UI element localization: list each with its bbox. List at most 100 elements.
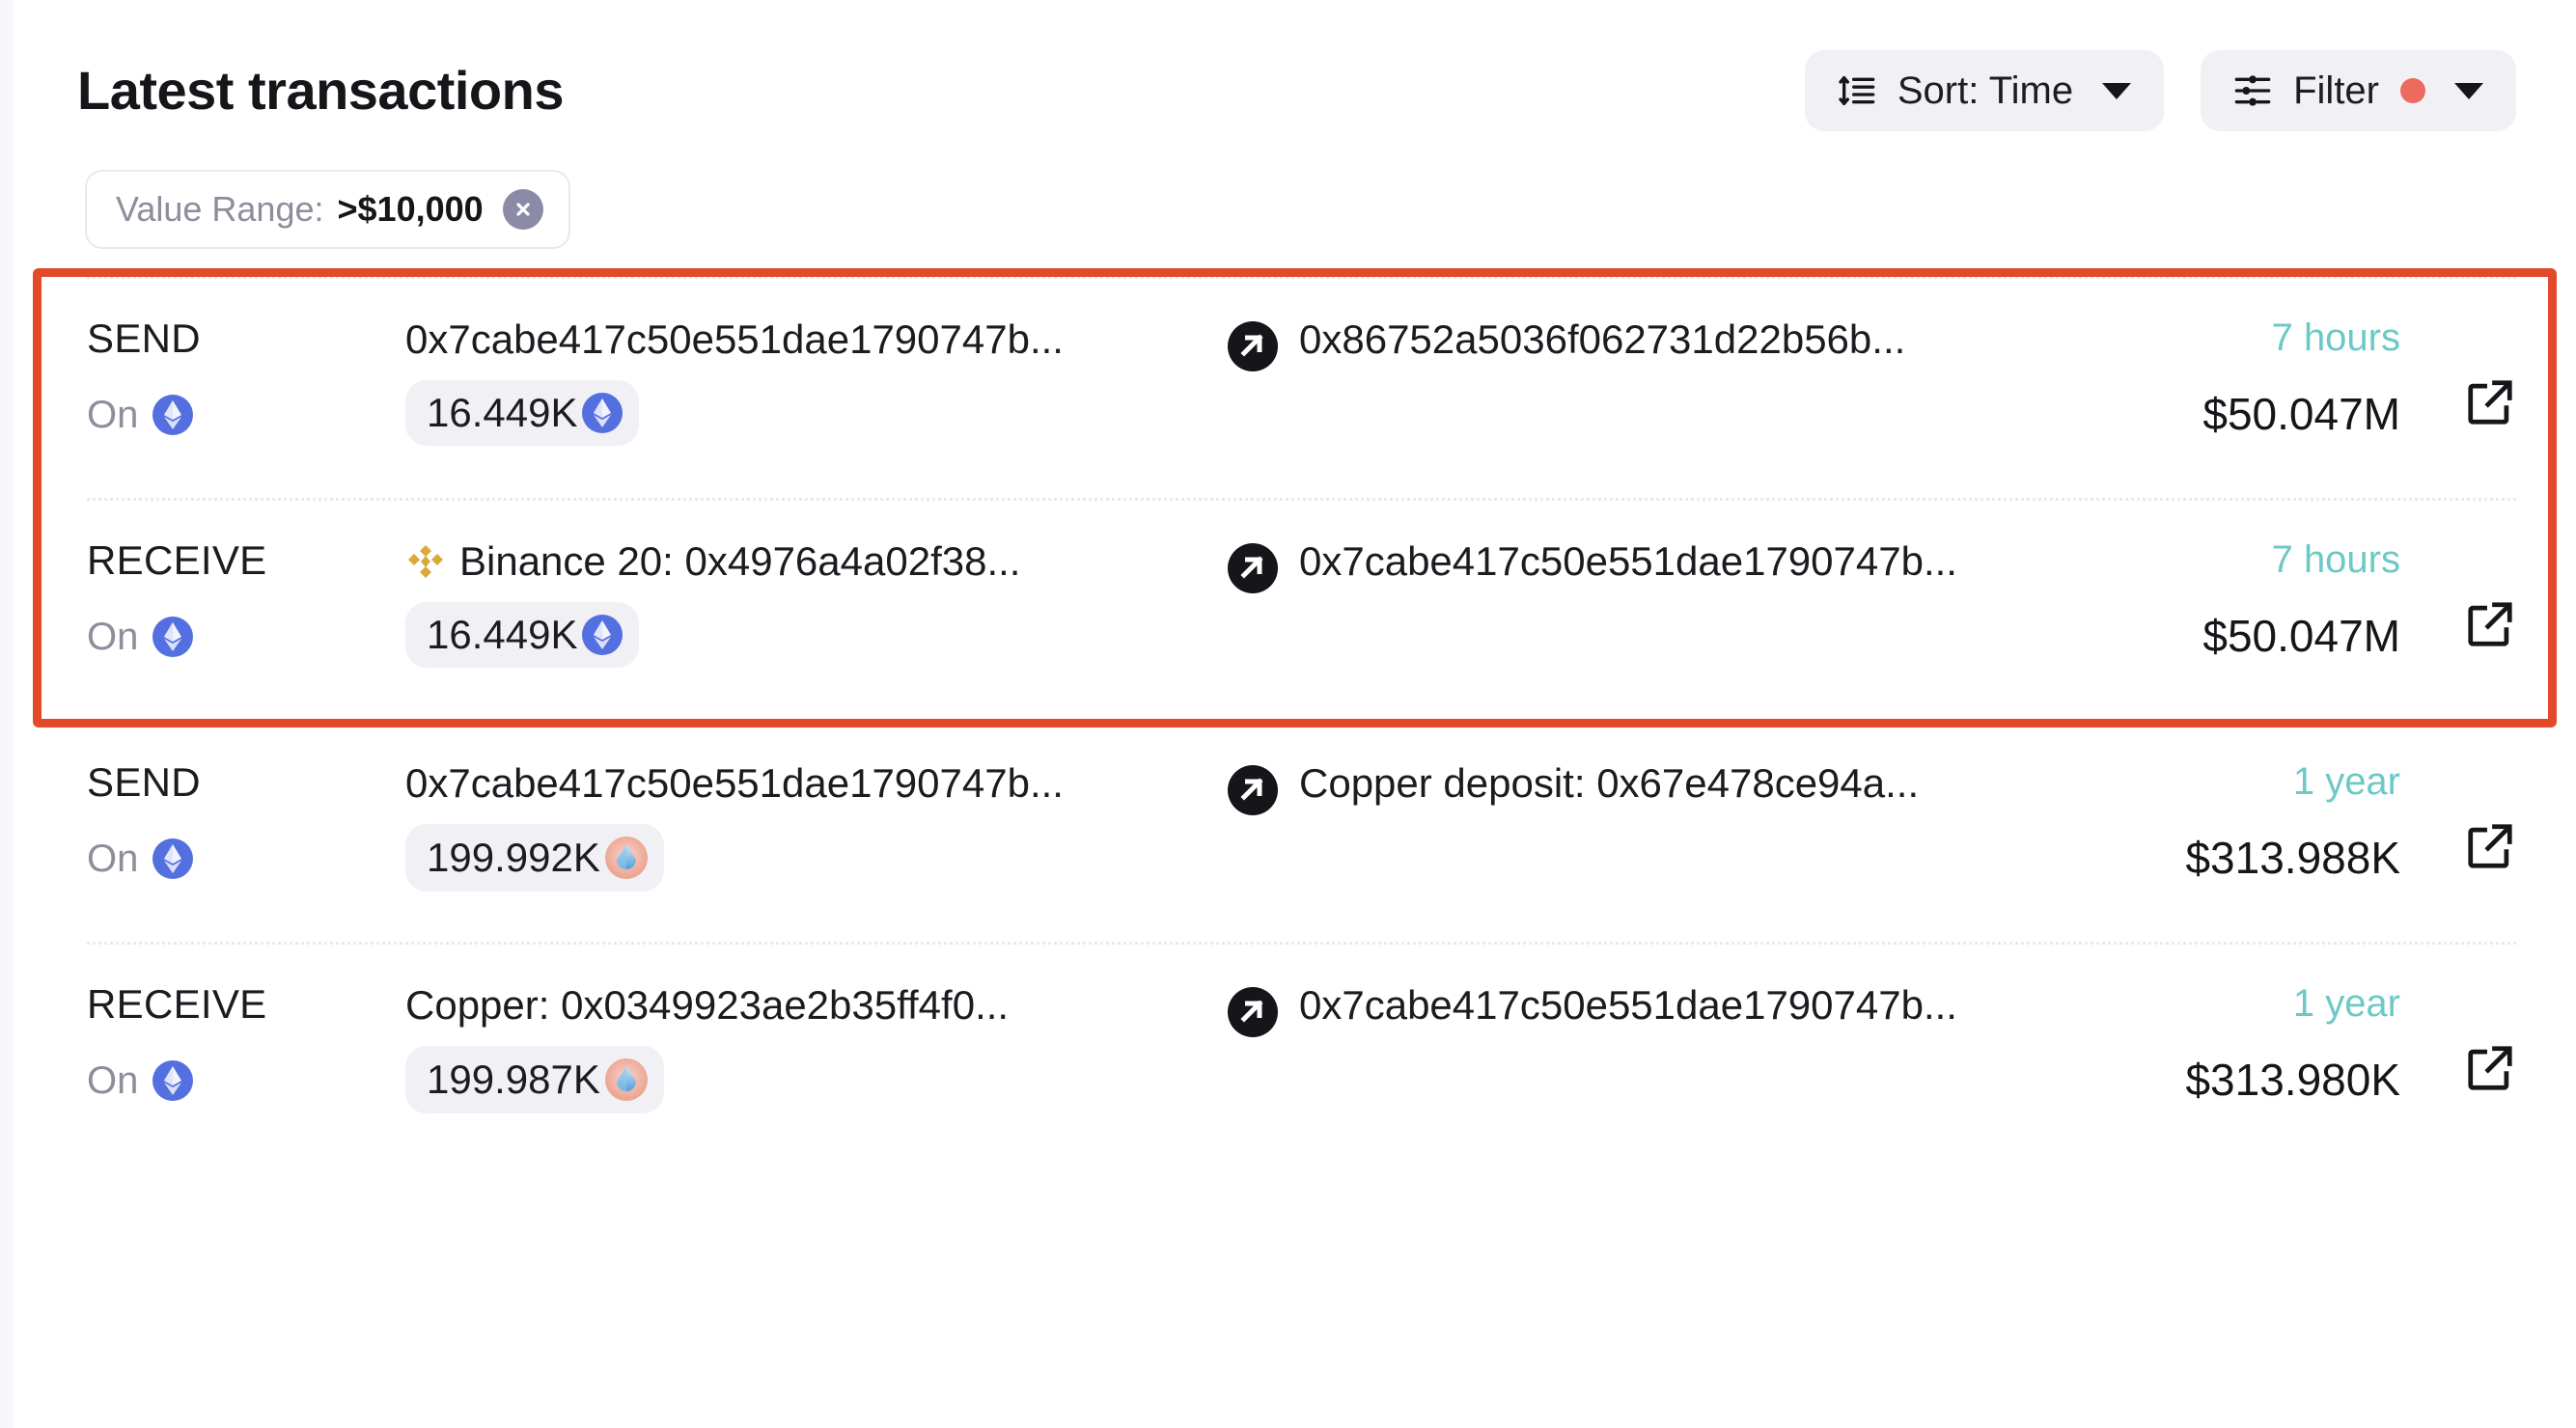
transaction-to-cell: Copper deposit: 0x67e478ce94a...	[1299, 756, 1995, 805]
transaction-link-cell	[2400, 313, 2516, 428]
page-left-edge	[0, 0, 14, 1428]
transaction-amount-pill: 16.449K	[405, 380, 640, 447]
transaction-from-address[interactable]: 0x7cabe417c50e551dae1790747b...	[405, 316, 1206, 362]
transaction-chain-label: On	[87, 1059, 139, 1102]
transaction-direction-arrow-cell	[1206, 313, 1299, 372]
transaction-to-address[interactable]: 0x7cabe417c50e551dae1790747b...	[1299, 538, 1995, 584]
transaction-amount-pill: 199.992K	[405, 824, 664, 892]
transaction-to-cell: 0x7cabe417c50e551dae1790747b...	[1299, 535, 1995, 583]
external-link-icon	[2464, 598, 2516, 650]
transaction-amount-text: 199.987K	[427, 1057, 600, 1103]
transaction-direction-label: SEND	[87, 316, 201, 361]
transaction-usd-value: $313.988K	[2185, 833, 2400, 883]
header-controls: Sort: Time Filter	[1804, 50, 2516, 131]
transaction-chain: On	[87, 616, 405, 658]
transaction-from-cell: 0x7cabe417c50e551dae1790747b... 199.992K	[405, 756, 1206, 892]
filter-button[interactable]: Filter	[2201, 50, 2516, 131]
transaction-direction-cell: SEND On	[87, 313, 405, 436]
transaction-to-cell: 0x86752a5036f062731d22b56b...	[1299, 313, 1995, 361]
transaction-meta-cell: 1 year $313.980K	[1995, 978, 2400, 1102]
transaction-usd-value: $50.047M	[2202, 611, 2400, 661]
close-circle-icon[interactable]	[502, 189, 543, 230]
transaction-direction-cell: RECEIVE On	[87, 535, 405, 658]
transaction-direction-arrow-cell	[1206, 535, 1299, 594]
chevron-down-icon	[2102, 82, 2132, 99]
transaction-from-address-text: 0x7cabe417c50e551dae1790747b...	[405, 316, 1064, 362]
filter-chip-value: >$10,000	[337, 189, 484, 229]
transaction-chain: On	[87, 838, 405, 880]
transaction-row[interactable]: RECEIVE On Binance 20: 0x4976a4a02f38... 1…	[14, 498, 2576, 720]
sort-icon	[1838, 71, 1876, 110]
transaction-from-address-text: 0x7cabe417c50e551dae1790747b...	[405, 760, 1064, 806]
transaction-row[interactable]: SEND On 0x7cabe417c50e551dae1790747b... 19…	[14, 720, 2576, 942]
transaction-meta-cell: 7 hours $50.047M	[1995, 535, 2400, 658]
transaction-direction-label: RECEIVE	[87, 537, 267, 583]
transaction-to-address[interactable]: Copper deposit: 0x67e478ce94a...	[1299, 760, 1995, 806]
transaction-usd-value: $313.980K	[2185, 1055, 2400, 1105]
transaction-chain: On	[87, 394, 405, 436]
ethereum-icon	[152, 1059, 194, 1102]
transaction-amount-text: 16.449K	[427, 612, 578, 658]
transaction-amount-text: 199.992K	[427, 835, 600, 881]
ethereum-icon	[152, 838, 194, 880]
transaction-to-address-text: 0x86752a5036f062731d22b56b...	[1299, 316, 1906, 362]
ethereum-icon	[581, 392, 623, 434]
transaction-from-address-text: Binance 20: 0x4976a4a02f38...	[459, 538, 1021, 584]
arrow-up-right-circle-icon	[1227, 764, 1279, 816]
arrow-up-right-circle-icon	[1227, 320, 1279, 372]
transaction-direction-cell: RECEIVE On	[87, 978, 405, 1102]
chevron-down-icon	[2454, 82, 2483, 99]
transaction-direction-label: RECEIVE	[87, 981, 267, 1027]
transaction-amount-pill: 199.987K	[405, 1046, 664, 1114]
transaction-row[interactable]: RECEIVE On Copper: 0x0349923ae2b35ff4f0..…	[14, 942, 2576, 1164]
sort-button-label: Sort: Time	[1897, 69, 2074, 112]
transaction-from-address[interactable]: Copper: 0x0349923ae2b35ff4f0...	[405, 983, 1206, 1027]
transaction-link-cell	[2400, 535, 2516, 650]
transaction-from-cell: Copper: 0x0349923ae2b35ff4f0... 199.987K	[405, 978, 1206, 1114]
sort-button[interactable]: Sort: Time	[1804, 50, 2165, 131]
transaction-direction-cell: SEND On	[87, 756, 405, 880]
transaction-to-cell: 0x7cabe417c50e551dae1790747b...	[1299, 978, 1995, 1027]
open-transaction-external-link-button[interactable]	[2464, 598, 2516, 650]
transaction-direction-arrow-cell	[1206, 978, 1299, 1038]
transactions-panel: Latest transactions Sort: Time Filter Va…	[0, 0, 2576, 1428]
arrow-up-right-circle-icon	[1227, 986, 1279, 1038]
ethereum-icon	[581, 614, 623, 656]
transaction-chain: On	[87, 1059, 405, 1102]
transaction-to-address[interactable]: 0x86752a5036f062731d22b56b...	[1299, 316, 1995, 362]
transaction-time: 7 hours	[2271, 538, 2400, 581]
filter-sliders-icon	[2233, 71, 2272, 110]
transaction-time: 1 year	[2292, 760, 2400, 803]
transaction-meta-cell: 1 year $313.988K	[1995, 756, 2400, 880]
transaction-from-address[interactable]: 0x7cabe417c50e551dae1790747b...	[405, 760, 1206, 806]
transaction-to-address-text: 0x7cabe417c50e551dae1790747b...	[1299, 982, 1957, 1028]
transaction-chain-label: On	[87, 838, 139, 880]
filter-chip-key: Value Range:	[116, 189, 324, 229]
transaction-chain-label: On	[87, 616, 139, 658]
binance-icon	[405, 541, 446, 582]
page-title: Latest transactions	[77, 60, 565, 121]
active-filters: Value Range: >$10,000	[14, 131, 2576, 249]
transaction-chain-label: On	[87, 394, 139, 436]
arrow-up-right-circle-icon	[1227, 542, 1279, 594]
transaction-amount-pill: 16.449K	[405, 602, 640, 669]
transaction-meta-cell: 7 hours $50.047M	[1995, 313, 2400, 436]
transaction-direction-arrow-cell	[1206, 756, 1299, 816]
transaction-row[interactable]: SEND On 0x7cabe417c50e551dae1790747b... 16…	[14, 276, 2576, 498]
ethereum-icon	[152, 616, 194, 658]
transaction-from-address[interactable]: Binance 20: 0x4976a4a02f38...	[405, 538, 1206, 584]
transaction-time: 7 hours	[2271, 316, 2400, 359]
transaction-link-cell	[2400, 978, 2516, 1094]
transaction-to-address-text: 0x7cabe417c50e551dae1790747b...	[1299, 538, 1957, 584]
open-transaction-external-link-button[interactable]	[2464, 1042, 2516, 1094]
transaction-to-address[interactable]: 0x7cabe417c50e551dae1790747b...	[1299, 982, 1995, 1028]
transaction-to-address-text: Copper deposit: 0x67e478ce94a...	[1299, 760, 1920, 806]
transaction-direction-label: SEND	[87, 759, 201, 805]
open-transaction-external-link-button[interactable]	[2464, 376, 2516, 428]
open-transaction-external-link-button[interactable]	[2464, 820, 2516, 872]
filter-active-badge	[2400, 78, 2425, 103]
transaction-from-cell: 0x7cabe417c50e551dae1790747b... 16.449K	[405, 313, 1206, 447]
steth-token-icon	[604, 1057, 649, 1102]
external-link-icon	[2464, 820, 2516, 872]
filter-chip-value-range[interactable]: Value Range: >$10,000	[85, 170, 570, 249]
